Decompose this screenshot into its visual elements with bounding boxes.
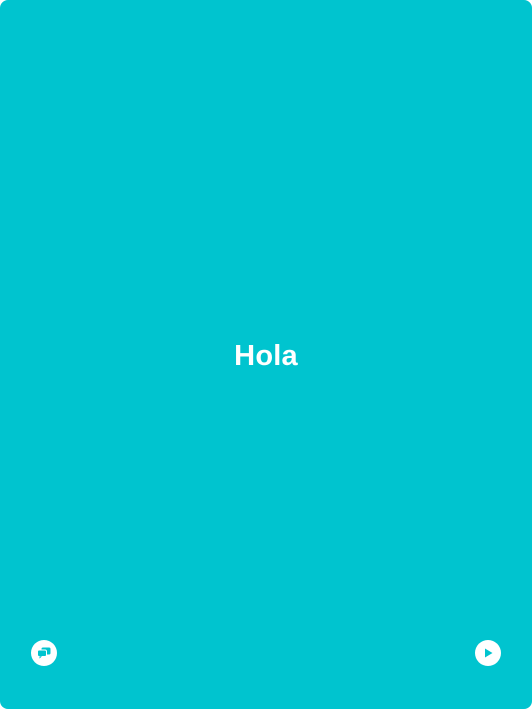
flashcard[interactable]: Hola [0,0,532,709]
play-audio-button[interactable] [475,640,501,666]
flashcard-word: Hola [234,340,298,372]
play-icon [482,647,494,659]
chat-bubbles-icon [37,647,51,659]
translate-button[interactable] [31,640,57,666]
